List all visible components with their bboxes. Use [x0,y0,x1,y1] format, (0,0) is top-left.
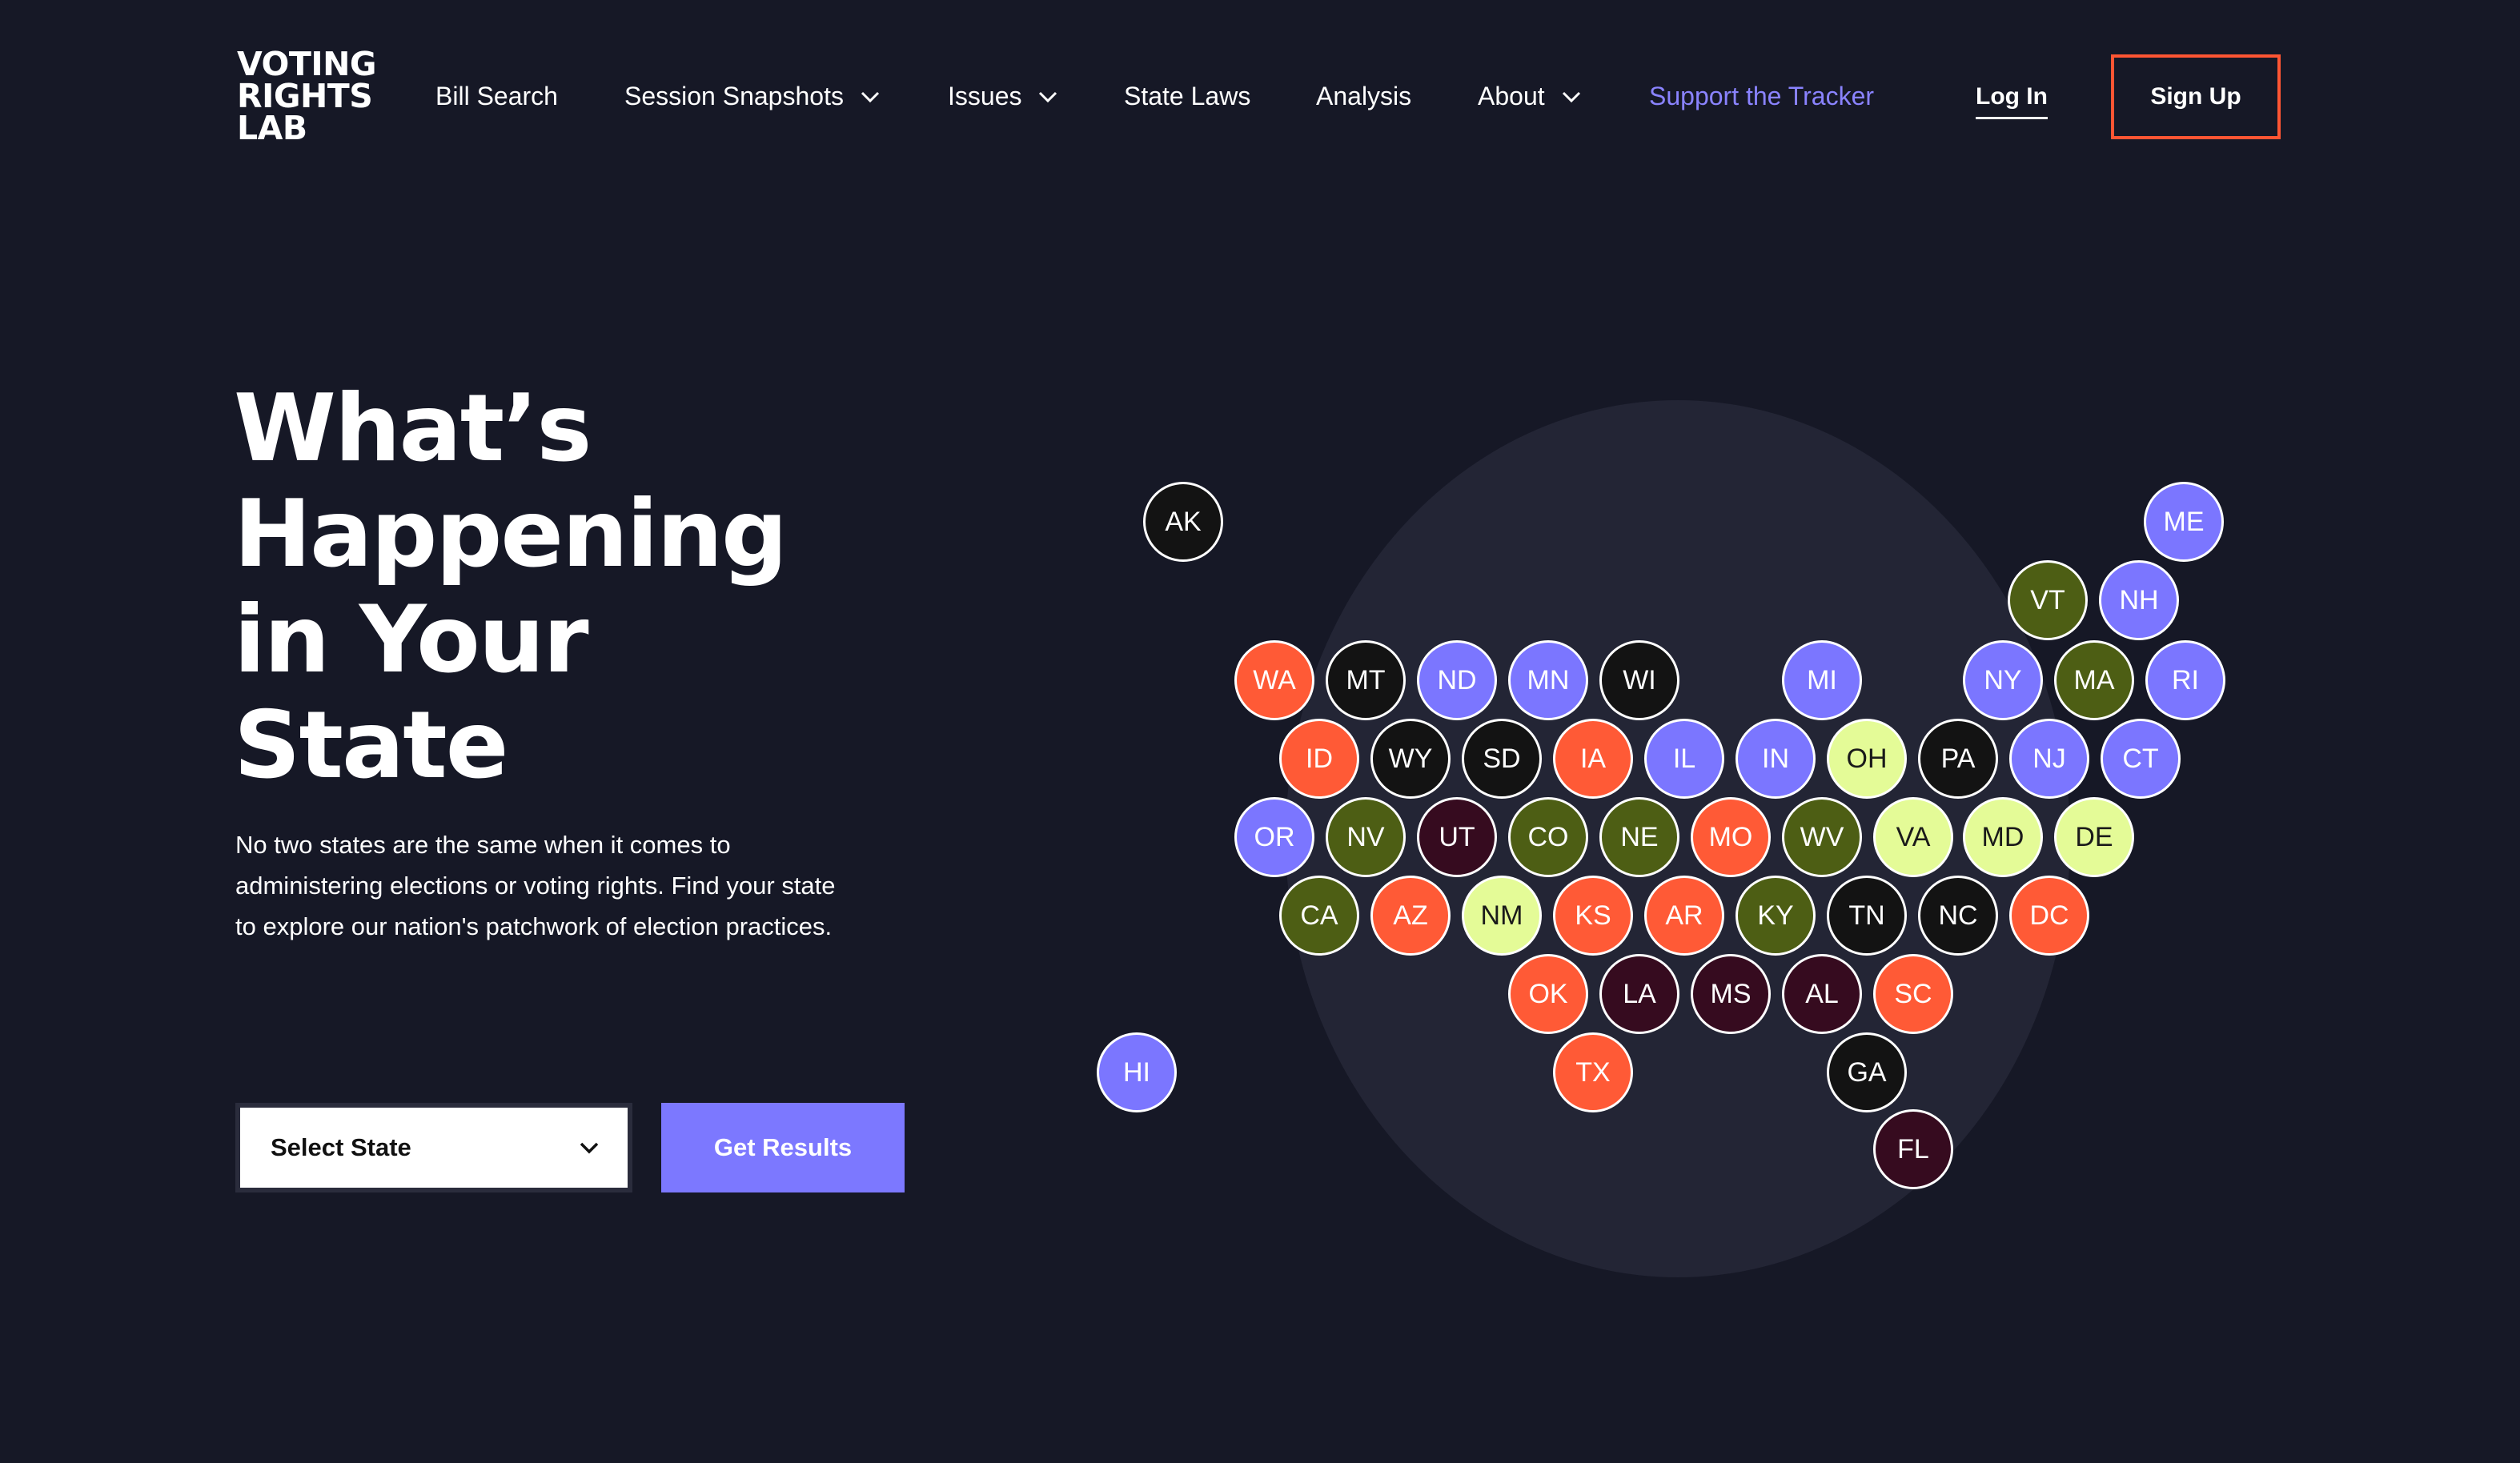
state-wv[interactable]: WV [1782,797,1862,877]
nav-label: About [1478,82,1545,110]
state-ct[interactable]: CT [2101,719,2181,799]
state-ny[interactable]: NY [1963,640,2043,720]
sign-up-button[interactable]: Sign Up [2111,54,2281,139]
chevron-down-icon [1562,91,1580,102]
state-de[interactable]: DE [2054,797,2134,877]
state-ar[interactable]: AR [1644,876,1724,956]
hero-title-line: in Your [234,586,589,694]
chevron-down-icon [580,1142,599,1154]
state-nd[interactable]: ND [1417,640,1497,720]
hero-description: No two states are the same when it comes… [235,831,836,940]
state-wi[interactable]: WI [1599,640,1679,720]
hero-title-line: Happening [234,480,788,588]
chevron-down-icon [1039,91,1057,102]
nav-analysis[interactable]: Analysis [1316,82,1411,111]
state-md[interactable]: MD [1963,797,2043,877]
hero-title-line: State [234,691,508,800]
state-ut[interactable]: UT [1417,797,1497,877]
state-vt[interactable]: VT [2008,560,2088,640]
state-nj[interactable]: NJ [2009,719,2089,799]
state-ak[interactable]: AK [1143,482,1223,562]
state-id[interactable]: ID [1279,719,1359,799]
state-in[interactable]: IN [1736,719,1816,799]
nav-label: Analysis [1316,82,1412,110]
state-az[interactable]: AZ [1370,876,1451,956]
state-wa[interactable]: WA [1234,640,1314,720]
state-nm[interactable]: NM [1462,876,1542,956]
state-nv[interactable]: NV [1326,797,1406,877]
state-nh[interactable]: NH [2099,560,2179,640]
state-ne[interactable]: NE [1599,797,1679,877]
state-va[interactable]: VA [1873,797,1953,877]
get-results-button[interactable]: Get Results [661,1103,905,1192]
state-ga[interactable]: GA [1827,1032,1907,1112]
sign-up-label: Sign Up [2150,83,2241,110]
nav-issues[interactable]: Issues [948,82,1058,111]
state-ky[interactable]: KY [1736,876,1816,956]
chevron-down-icon [861,91,880,102]
nav-label: Bill Search [435,82,558,110]
nav-label: Issues [948,82,1022,110]
nav-bill-search[interactable]: Bill Search [435,82,558,111]
voting-rights-lab-logo[interactable]: VOTING RIGHTS LAB [237,45,397,147]
state-sc[interactable]: SC [1873,954,1953,1034]
state-mi[interactable]: MI [1782,640,1862,720]
state-me[interactable]: ME [2144,482,2224,562]
state-co[interactable]: CO [1508,797,1588,877]
state-dc[interactable]: DC [2009,876,2089,956]
nav-support-the-tracker[interactable]: Support the Tracker [1649,82,1874,111]
nav-label: State Laws [1124,82,1251,110]
state-il[interactable]: IL [1644,719,1724,799]
state-wy[interactable]: WY [1370,719,1451,799]
select-state-dropdown[interactable]: Select State [235,1103,632,1192]
select-state-label: Select State [271,1133,411,1161]
state-mt[interactable]: MT [1326,640,1406,720]
hero-title-line: What’s [234,375,592,483]
state-fl[interactable]: FL [1873,1109,1953,1189]
state-ok[interactable]: OK [1508,954,1588,1034]
state-ia[interactable]: IA [1553,719,1633,799]
nav-label: Support the Tracker [1649,82,1875,110]
state-ca[interactable]: CA [1279,876,1359,956]
state-ks[interactable]: KS [1553,876,1633,956]
state-mn[interactable]: MN [1508,640,1588,720]
logo-line: LAB [237,109,307,147]
state-oh[interactable]: OH [1827,719,1907,799]
get-results-label: Get Results [713,1133,853,1161]
nav-state-laws[interactable]: State Laws [1124,82,1250,111]
hero-title: What’s Happening in Your State [234,376,874,799]
logo-line: VOTING [237,45,377,83]
state-al[interactable]: AL [1782,954,1862,1034]
state-mo[interactable]: MO [1691,797,1771,877]
nav-about[interactable]: About [1478,82,1582,111]
state-tn[interactable]: TN [1827,876,1907,956]
logo-line: RIGHTS [237,77,373,115]
state-ma[interactable]: MA [2054,640,2134,720]
state-ms[interactable]: MS [1691,954,1771,1034]
log-in-link[interactable]: Log In [1976,83,2048,119]
state-tx[interactable]: TX [1553,1032,1633,1112]
state-la[interactable]: LA [1599,954,1679,1034]
state-or[interactable]: OR [1234,797,1314,877]
state-ri[interactable]: RI [2145,640,2225,720]
state-hi[interactable]: HI [1097,1032,1177,1112]
state-pa[interactable]: PA [1918,719,1998,799]
state-sd[interactable]: SD [1462,719,1542,799]
state-nc[interactable]: NC [1918,876,1998,956]
nav-session-snapshots[interactable]: Session Snapshots [624,82,881,111]
nav-label: Session Snapshots [624,82,844,110]
